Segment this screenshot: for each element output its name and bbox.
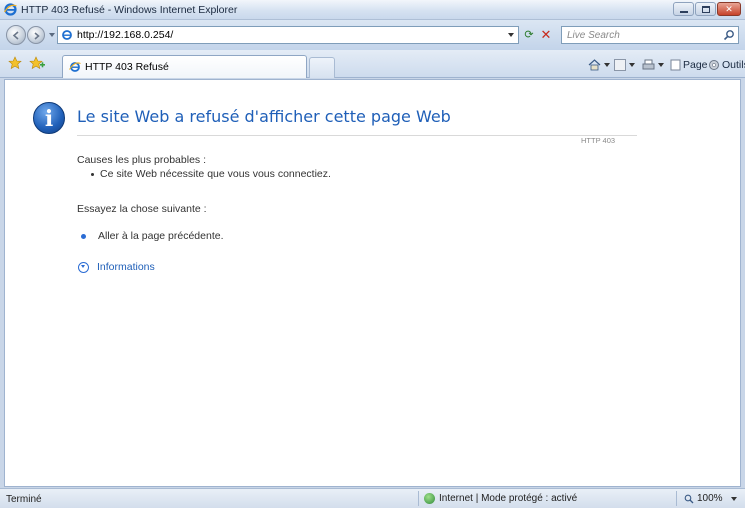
bullet-icon bbox=[91, 172, 94, 176]
status-separator bbox=[418, 491, 419, 506]
status-bar: Terminé Internet | Mode protégé : activé… bbox=[0, 488, 745, 508]
close-button[interactable]: ✕ bbox=[717, 2, 741, 16]
tools-menu-label: Outils bbox=[722, 59, 745, 71]
gear-icon bbox=[709, 60, 719, 70]
cause-item: Ce site Web nécessite que vous vous conn… bbox=[91, 168, 331, 180]
chevron-down-icon bbox=[629, 63, 635, 67]
go-back-item[interactable]: Aller à la page précédente. bbox=[81, 230, 224, 242]
info-icon: i bbox=[33, 102, 65, 134]
error-heading: Le site Web a refusé d'afficher cette pa… bbox=[77, 107, 451, 126]
navigation-bar: http://192.168.0.254/ ⟳ ✕ Live Search bbox=[0, 20, 745, 50]
tab-title: HTTP 403 Refusé bbox=[85, 61, 169, 73]
search-icon[interactable] bbox=[723, 29, 735, 41]
chevron-down-icon bbox=[658, 63, 664, 67]
refresh-icon[interactable]: ⟳ bbox=[521, 28, 537, 42]
maximize-icon bbox=[701, 5, 710, 13]
new-tab-button[interactable] bbox=[309, 57, 335, 78]
stop-icon[interactable]: ✕ bbox=[538, 27, 554, 43]
home-icon bbox=[588, 59, 601, 71]
expand-icon[interactable] bbox=[78, 261, 89, 273]
chevron-down-icon bbox=[730, 496, 737, 501]
bullet-icon bbox=[81, 233, 86, 239]
search-input[interactable]: Live Search bbox=[567, 30, 620, 41]
cause-text: Ce site Web nécessite que vous vous conn… bbox=[100, 168, 331, 180]
forward-arrow-icon bbox=[34, 32, 40, 40]
close-icon: ✕ bbox=[725, 3, 733, 14]
zoom-level: 100% bbox=[697, 493, 723, 504]
minimize-button[interactable] bbox=[673, 2, 694, 16]
feeds-icon bbox=[614, 59, 626, 71]
window-controls: ✕ bbox=[672, 2, 741, 16]
maximize-button[interactable] bbox=[695, 2, 716, 16]
chevron-down-icon bbox=[604, 63, 610, 67]
add-favorite-icon[interactable] bbox=[29, 56, 45, 70]
status-separator bbox=[676, 491, 677, 506]
more-info-link[interactable]: Informations bbox=[78, 261, 155, 273]
title-bar: HTTP 403 Refusé - Windows Internet Explo… bbox=[0, 0, 745, 20]
feeds-button[interactable] bbox=[614, 58, 635, 72]
status-text: Terminé bbox=[6, 494, 42, 505]
zone-text: Internet | Mode protégé : activé bbox=[439, 493, 578, 504]
security-zone[interactable]: Internet | Mode protégé : activé bbox=[424, 493, 577, 504]
forward-button[interactable] bbox=[27, 26, 45, 44]
zoom-control[interactable]: 100% bbox=[684, 493, 737, 504]
page-icon bbox=[62, 30, 72, 40]
minimize-icon bbox=[679, 10, 688, 13]
ie-icon bbox=[4, 3, 17, 16]
back-button[interactable] bbox=[6, 25, 26, 45]
address-url[interactable]: http://192.168.0.254/ bbox=[77, 29, 173, 41]
page-content: i Le site Web a refusé d'afficher cette … bbox=[4, 79, 741, 487]
command-bar: HTTP 403 Refusé Page Outils bbox=[0, 50, 745, 78]
go-back-link[interactable]: Aller à la page précédente. bbox=[98, 230, 224, 242]
window-title: HTTP 403 Refusé - Windows Internet Explo… bbox=[21, 4, 238, 16]
address-bar[interactable]: http://192.168.0.254/ bbox=[57, 26, 519, 44]
tools-menu[interactable]: Outils bbox=[708, 58, 745, 72]
recent-pages-dropdown[interactable] bbox=[49, 33, 55, 37]
print-button[interactable] bbox=[642, 58, 664, 72]
print-icon bbox=[642, 59, 655, 70]
tab-http-403[interactable]: HTTP 403 Refusé bbox=[62, 55, 307, 78]
search-box[interactable]: Live Search bbox=[561, 26, 739, 44]
try-label: Essayez la chose suivante : bbox=[77, 203, 207, 215]
address-dropdown-icon[interactable] bbox=[508, 33, 514, 37]
favorites-star-icon[interactable] bbox=[8, 56, 22, 70]
globe-icon bbox=[424, 493, 435, 504]
ie-tab-icon bbox=[69, 62, 81, 72]
more-info-label[interactable]: Informations bbox=[97, 261, 155, 273]
causes-label: Causes les plus probables : bbox=[77, 154, 206, 166]
divider bbox=[77, 135, 637, 136]
page-menu-label: Page bbox=[683, 59, 708, 71]
back-arrow-icon bbox=[12, 31, 19, 40]
zoom-icon bbox=[684, 494, 694, 503]
home-button[interactable] bbox=[588, 58, 610, 72]
page-icon bbox=[670, 59, 681, 71]
error-code: HTTP 403 bbox=[581, 136, 616, 145]
